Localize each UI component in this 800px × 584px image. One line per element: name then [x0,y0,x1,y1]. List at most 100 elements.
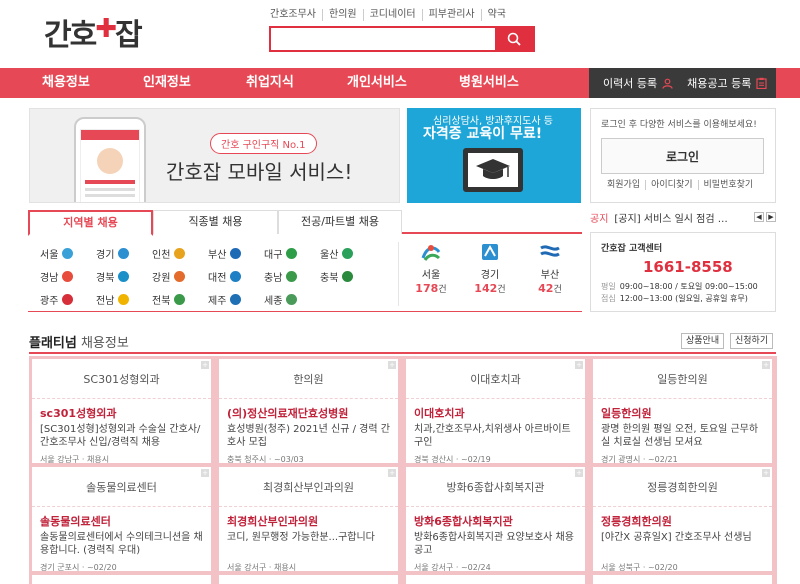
job-description[interactable]: 광명 한의원 평일 오전, 토요일 근무하실 치료실 선생님 모셔요 [593,421,772,448]
job-description[interactable]: 치과,간호조무사,치위생사 아르바이트 구인 [406,421,585,448]
job-card[interactable]: SC301성형외과 + sc301성형외과 [SC301성형]성형외과 수술실 간호사… [31,358,212,464]
apply-button[interactable]: 신청하기 [730,333,774,349]
seoul-emblem-icon [419,242,443,262]
scrap-icon[interactable]: + [201,361,209,369]
company-logo: 정릉경희한의원 + [593,467,772,507]
job-company-name[interactable]: 방화6종합사회복지관 [406,507,585,529]
highlight-count: 42건 [538,282,562,295]
tab-by-region[interactable]: 지역별 채용 [28,210,153,236]
region-item[interactable]: 강원 [152,269,208,284]
nav-job-knowledge[interactable]: 취업지식 [246,68,294,98]
scrap-icon[interactable]: + [201,469,209,477]
job-description[interactable]: 효성병원(청주) 2021년 신규 / 경력 간호사 모집 [219,421,398,448]
phone-illustration [74,117,146,202]
search-input[interactable] [271,28,495,50]
job-description[interactable]: [SC301성형]성형외과 수술실 간호사/간호조무사 신입/경력직 채용 [32,421,211,448]
region-item[interactable]: 인천 [152,246,208,261]
job-card[interactable]: 정릉경희한의원 + 정릉경희한의원 [야간X 공휴일X] 간호조무사 선생님 서울 성북… [592,466,773,572]
nav-hospital-service[interactable]: 병원서비스 [459,68,519,98]
job-company-name[interactable]: 이대호치과 [406,399,585,421]
region-emblem-icon [230,271,242,282]
scrap-icon[interactable]: + [762,361,770,369]
job-company-name[interactable]: sc301성형외과 [32,399,211,421]
region-item[interactable]: 부산 [208,246,264,261]
login-button[interactable]: 로그인 [601,138,764,174]
product-info-button[interactable]: 상품안내 [681,333,725,349]
mobile-service-banner[interactable]: 간호 구인구직 No.1 간호잡 모바일 서비스! [29,108,400,203]
next-arrow-icon[interactable]: ▶ [766,212,776,222]
job-description[interactable]: 코디, 원무행정 가능한분...구합니다 [219,529,398,556]
job-post-register-button[interactable]: 채용공고 등록 [687,75,767,91]
top-link-pharmacy[interactable]: 약국 [480,9,512,21]
scrap-icon[interactable]: + [762,469,770,477]
find-id-link[interactable]: 아이디찾기 [645,180,697,190]
customer-center: 간호잡 고객센터 1661-8558 평일 09:00~18:00 / 토요일 0… [590,232,776,312]
top-link-oriental-clinic[interactable]: 한의원 [322,9,363,21]
region-item[interactable]: 충남 [264,269,320,284]
region-item[interactable]: 전남 [96,292,152,307]
region-item[interactable]: 서울 [40,246,96,261]
account-links: 회원가입 아이디찾기 비밀번호찾기 [603,180,758,190]
highlight-count: 142건 [474,282,506,295]
region-item[interactable]: 충북 [320,269,376,284]
tab-by-major-part[interactable]: 전공/파트별 채용 [278,210,402,234]
job-company-name[interactable]: 최경희산부인과의원 [219,507,398,529]
job-card[interactable]: 최경희산부인과의원 + 최경희산부인과의원 코디, 원무행정 가능한분...구합니다 서… [218,466,399,572]
nav-talent-info[interactable]: 인재정보 [143,68,191,98]
job-card[interactable] [592,574,773,584]
region-highlight-gyeonggi[interactable]: 경기 142건 [460,242,520,295]
scrap-icon[interactable]: + [575,469,583,477]
job-card[interactable]: 방화6종합사회복지관 + 방화6종합사회복지관 방화6종합사회복지관 요양보호사 채용… [405,466,586,572]
region-emblem-icon [118,294,130,305]
job-company-name[interactable]: 정릉경희한의원 [593,507,772,529]
top-link-coordinator[interactable]: 코디네이터 [362,9,422,21]
top-link-skincare[interactable]: 피부관리사 [421,9,481,21]
prev-arrow-icon[interactable]: ◀ [754,212,764,222]
job-description[interactable]: 솔동물의료센터에서 수의테크니션을 채용합니다. (경력직 우대) [32,529,211,556]
notice-text[interactable]: [공지] 서비스 일시 점검 … [614,210,752,225]
region-name: 인천 [152,250,171,261]
site-logo[interactable]: 간호✚잡 [44,10,143,54]
region-item[interactable]: 경기 [96,246,152,261]
region-item[interactable]: 세종 [264,292,320,307]
job-company-name[interactable]: 솔동물의료센터 [32,507,211,529]
signup-link[interactable]: 회원가입 [603,180,645,190]
region-item[interactable]: 전북 [152,292,208,307]
job-card[interactable]: 솔동물의료센터 + 솔동물의료센터 솔동물의료센터에서 수의테크니션을 채용합니다. … [31,466,212,572]
scrap-icon[interactable]: + [388,469,396,477]
find-password-link[interactable]: 비밀번호찾기 [697,180,759,190]
job-card[interactable]: 한의원 + (의)정산의료재단효성병원 효성병원(청주) 2021년 신규 / 경력 … [218,358,399,464]
region-emblem-icon [118,248,130,259]
resume-register-button[interactable]: 이력서 등록 [603,75,673,91]
job-card[interactable]: 일등한의원 + 일등한의원 광명 한의원 평일 오전, 토요일 근무하실 치료실 선생… [592,358,773,464]
job-card[interactable]: 이대호치과 + 이대호치과 치과,간호조무사,치위생사 아르바이트 구인 경북 경산시 … [405,358,586,464]
region-item[interactable]: 대구 [264,246,320,261]
job-company-name[interactable]: (의)정산의료재단효성병원 [219,399,398,421]
region-item[interactable]: 경북 [96,269,152,284]
region-highlight-seoul[interactable]: 서울 178건 [401,242,461,295]
job-description[interactable]: 방화6종합사회복지관 요양보호사 채용공고 [406,529,585,556]
free-education-banner[interactable]: 심리상담사, 방과후지도사 등 자격증 교육이 무료! [407,108,581,203]
job-card[interactable] [31,574,212,584]
scrap-icon[interactable]: + [388,361,396,369]
nav-personal-service[interactable]: 개인서비스 [347,68,407,98]
scrap-icon[interactable]: + [575,361,583,369]
region-item[interactable]: 경남 [40,269,96,284]
region-item[interactable]: 울산 [320,246,376,261]
job-company-name[interactable]: 일등한의원 [593,399,772,421]
region-name: 경기 [96,250,115,261]
job-card[interactable] [218,574,399,584]
region-item[interactable]: 대전 [208,269,264,284]
search-button[interactable] [495,28,533,50]
job-description[interactable]: [야간X 공휴일X] 간호조무사 선생님 [593,529,772,556]
divider [29,352,776,354]
region-highlight-busan[interactable]: 부산 42건 [520,242,580,295]
job-card[interactable] [405,574,586,584]
region-emblem-icon [286,294,298,305]
nav-job-info[interactable]: 채용정보 [42,68,90,98]
region-emblem-icon [62,271,74,282]
top-link-nurse-aide[interactable]: 간호조무사 [270,9,322,21]
region-item[interactable]: 광주 [40,292,96,307]
region-item[interactable]: 제주 [208,292,264,307]
tab-by-job-type[interactable]: 직종별 채용 [153,210,278,234]
